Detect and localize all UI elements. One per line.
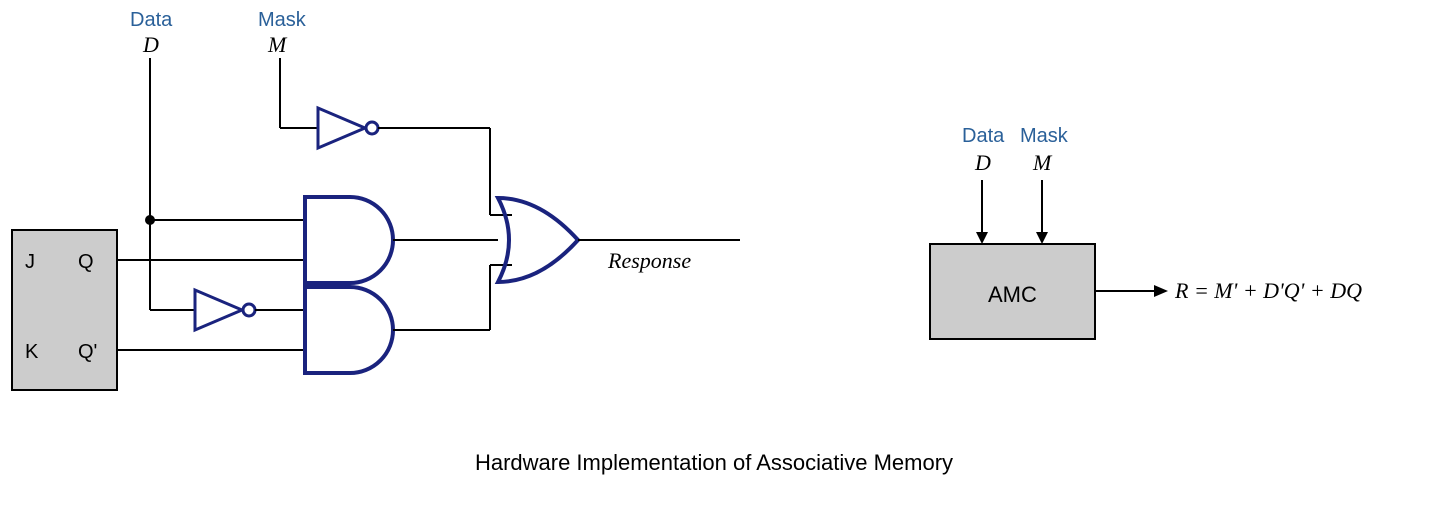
data-var-right: D — [974, 150, 991, 175]
response-label: Response — [607, 248, 691, 273]
ff-k-label: K — [25, 341, 39, 363]
not-gate-mask — [318, 108, 378, 148]
data-var-left: D — [142, 32, 159, 57]
ff-q-label: Q — [78, 251, 94, 273]
mask-var-right: M — [1032, 150, 1053, 175]
data-label-right: Data — [962, 125, 1005, 147]
not-gate-data — [195, 290, 255, 330]
arrow-d-right — [976, 180, 988, 244]
mask-label-left: Mask — [258, 9, 307, 31]
diagram-canvas: J K Q Q' Data D Mask M — [0, 0, 1429, 512]
mask-var-left: M — [267, 32, 288, 57]
data-label-left: Data — [130, 9, 173, 31]
arrow-m-right — [1036, 180, 1048, 244]
ff-qprime-label: Q' — [78, 341, 97, 363]
and-gate-bottom — [305, 287, 393, 373]
caption: Hardware Implementation of Associative M… — [475, 450, 953, 475]
equation-label: R = M' + D'Q' + DQ — [1174, 278, 1362, 303]
mask-label-right: Mask — [1020, 125, 1069, 147]
amc-label: AMC — [988, 282, 1037, 307]
and-gate-top — [305, 197, 393, 283]
arrow-out-right — [1095, 285, 1168, 297]
ff-j-label: J — [25, 251, 35, 273]
or-gate — [498, 198, 578, 282]
